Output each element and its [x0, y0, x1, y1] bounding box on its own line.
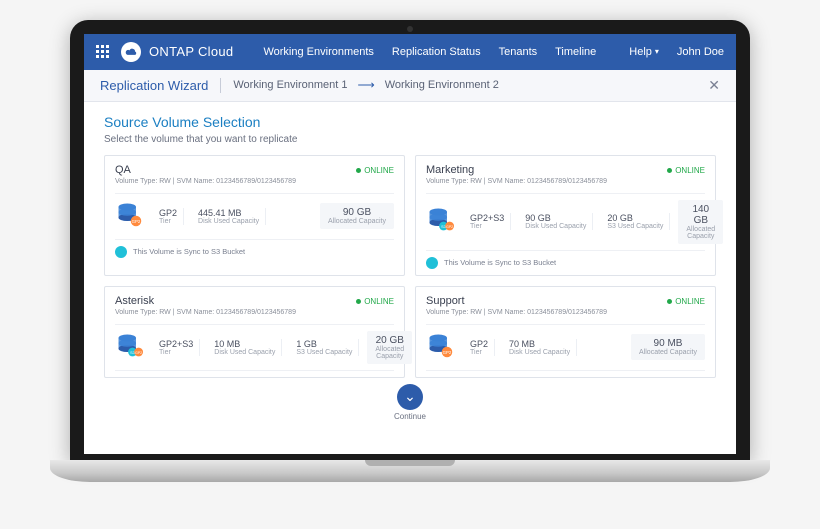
nav-timeline[interactable]: Timeline — [555, 46, 596, 58]
section-subtitle: Select the volume that you want to repli… — [104, 134, 716, 145]
brand-text: ONTAP Cloud — [149, 44, 233, 59]
continue-button[interactable]: ⌄ — [397, 384, 423, 410]
tier-metric: GP2+S3Tier — [464, 213, 511, 230]
allocated-capacity: 140 GB Allocated Capacity — [678, 200, 723, 244]
volume-status: ONLINE — [356, 297, 394, 306]
tier-metric: GP2Tier — [153, 208, 184, 225]
continue-area: ⌄ Continue — [104, 384, 716, 421]
allocated-capacity: 90 GB Allocated Capacity — [320, 203, 394, 229]
allocated-capacity: 90 MB Allocated Capacity — [631, 334, 705, 360]
top-nav: ONTAP Cloud Working Environments Replica… — [84, 34, 736, 70]
disk-stack-icon: S3 GP2 — [115, 331, 145, 364]
sync-icon — [115, 246, 127, 258]
brand: ONTAP Cloud — [121, 42, 233, 62]
volume-meta: Volume Type: RW | SVM Name: 0123456789/0… — [115, 309, 394, 316]
section-title: Source Volume Selection — [104, 114, 716, 130]
nav-right: Help ▾ John Doe — [629, 46, 724, 58]
wizard-env-target: Working Environment 2 — [385, 79, 499, 91]
volume-sync-note: This Volume is Sync to S3 Bucket — [115, 240, 394, 258]
disk-stack-icon: GP2 — [426, 331, 456, 364]
nav-working-environments[interactable]: Working Environments — [263, 46, 373, 58]
capacity-metric: 10 MBDisk Used Capacity — [208, 339, 282, 356]
chevron-down-icon: ▾ — [655, 47, 659, 56]
svg-text:GP2: GP2 — [135, 350, 142, 354]
nav-help[interactable]: Help ▾ — [629, 46, 659, 58]
svg-text:GP2: GP2 — [132, 219, 141, 224]
laptop-base — [50, 460, 770, 482]
camera-dot — [407, 26, 413, 32]
laptop-frame: ONTAP Cloud Working Environments Replica… — [70, 20, 750, 460]
continue-label: Continue — [104, 412, 716, 421]
capacity-metric: 20 GBS3 Used Capacity — [601, 213, 670, 230]
wizard-header: Replication Wizard Working Environment 1… — [84, 70, 736, 102]
volume-card[interactable]: ONLINE Asterisk Volume Type: RW | SVM Na… — [104, 286, 405, 378]
volume-body: GP2 GP2Tier 70 MBDisk Used Capacity 90 M… — [426, 324, 705, 371]
volume-sync-note: This Volume is Sync to S3 Bucket — [426, 251, 705, 269]
arrow-right-icon: ⟶ — [358, 78, 375, 92]
sync-icon — [426, 257, 438, 269]
nav-replication-status[interactable]: Replication Status — [392, 46, 481, 58]
volume-name: Support — [426, 295, 705, 307]
wizard-env-source: Working Environment 1 — [233, 79, 347, 91]
apps-grid-icon[interactable] — [96, 45, 109, 58]
laptop-notch — [365, 460, 455, 466]
volume-meta: Volume Type: RW | SVM Name: 0123456789/0… — [426, 178, 705, 185]
capacity-metric: 1 GBS3 Used Capacity — [290, 339, 359, 356]
nav-user[interactable]: John Doe — [677, 46, 724, 58]
capacity-metric: 90 GBDisk Used Capacity — [519, 213, 593, 230]
volume-meta: Volume Type: RW | SVM Name: 0123456789/0… — [115, 178, 394, 185]
content-area: Source Volume Selection Select the volum… — [84, 102, 736, 425]
volume-name: Marketing — [426, 164, 705, 176]
app-screen: ONTAP Cloud Working Environments Replica… — [84, 34, 736, 454]
nav-links: Working Environments Replication Status … — [263, 46, 596, 58]
volume-name: QA — [115, 164, 394, 176]
volume-meta: Volume Type: RW | SVM Name: 0123456789/0… — [426, 309, 705, 316]
volume-status: ONLINE — [356, 166, 394, 175]
svg-text:GP2: GP2 — [443, 350, 452, 355]
capacity-metric: 70 MBDisk Used Capacity — [503, 339, 577, 356]
disk-stack-icon: S3 GP2 — [426, 205, 456, 238]
wizard-title: Replication Wizard — [100, 78, 221, 93]
volume-card[interactable]: ONLINE Support Volume Type: RW | SVM Nam… — [415, 286, 716, 378]
tier-metric: GP2+S3Tier — [153, 339, 200, 356]
nav-tenants[interactable]: Tenants — [499, 46, 538, 58]
capacity-metric: 445.41 MBDisk Used Capacity — [192, 208, 266, 225]
volume-card[interactable]: ONLINE Marketing Volume Type: RW | SVM N… — [415, 155, 716, 276]
volume-name: Asterisk — [115, 295, 394, 307]
cloud-icon — [121, 42, 141, 62]
wizard-path: Working Environment 1 ⟶ Working Environm… — [233, 78, 498, 92]
volume-status: ONLINE — [667, 297, 705, 306]
volume-status: ONLINE — [667, 166, 705, 175]
chevron-down-icon: ⌄ — [404, 388, 416, 405]
volume-body: S3 GP2 GP2+S3Tier 10 MBDisk Used Capacit… — [115, 324, 394, 371]
close-icon[interactable]: ✕ — [708, 77, 720, 94]
svg-text:GP2: GP2 — [446, 225, 453, 229]
laptop-mockup: ONTAP Cloud Working Environments Replica… — [50, 20, 770, 510]
allocated-capacity: 20 GB Allocated Capacity — [367, 331, 412, 364]
volume-grid: ONLINE QA Volume Type: RW | SVM Name: 01… — [104, 155, 716, 378]
volume-card[interactable]: ONLINE QA Volume Type: RW | SVM Name: 01… — [104, 155, 405, 276]
volume-body: S3 GP2 GP2+S3Tier 90 GBDisk Used Capacit… — [426, 193, 705, 251]
volume-body: GP2 GP2Tier 445.41 MBDisk Used Capacity … — [115, 193, 394, 240]
help-label: Help — [629, 46, 652, 58]
tier-metric: GP2Tier — [464, 339, 495, 356]
disk-stack-icon: GP2 — [115, 200, 145, 233]
